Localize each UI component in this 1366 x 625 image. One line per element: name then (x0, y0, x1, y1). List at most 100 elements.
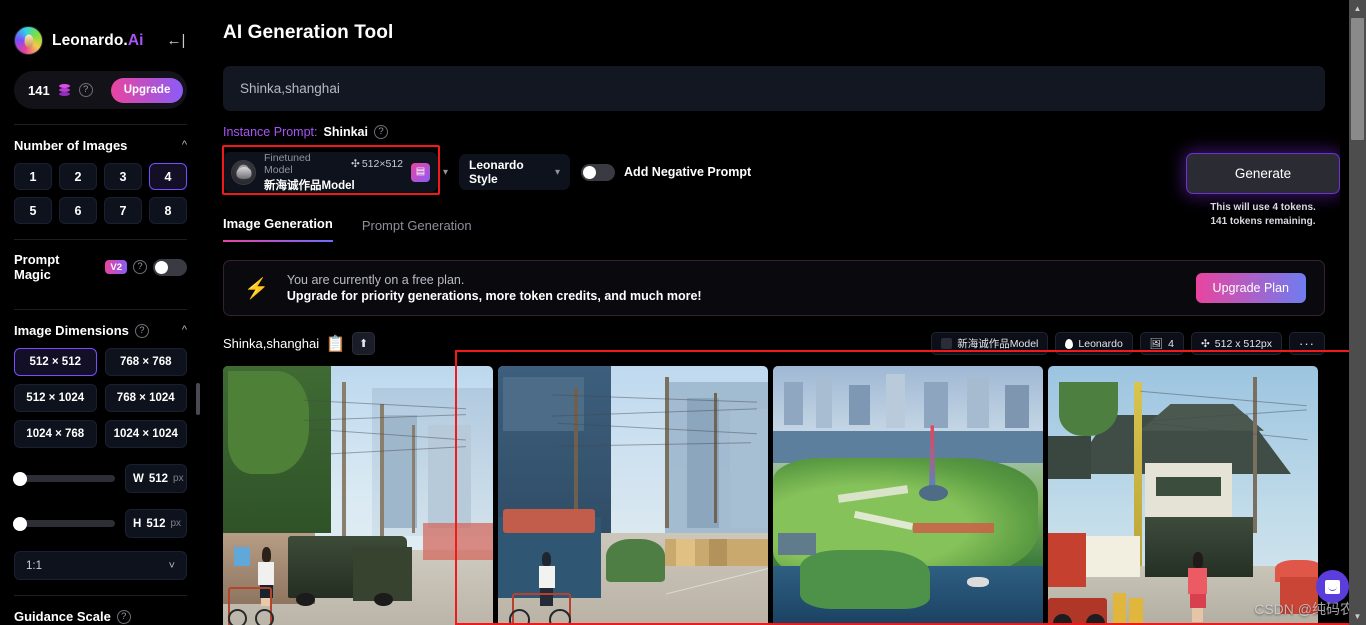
model-avatar (231, 159, 256, 185)
question-icon[interactable]: ? (134, 323, 149, 338)
images-count-5[interactable]: 5 (14, 197, 52, 224)
question-icon[interactable]: ? (78, 83, 93, 97)
generated-image-4[interactable] (1048, 366, 1318, 625)
dimension-768x768[interactable]: 768 × 768 (104, 348, 187, 376)
sidebar-scrollbar-thumb[interactable] (196, 383, 200, 415)
images-count-7[interactable]: 7 (104, 197, 142, 224)
style-value: Leonardo Style (469, 158, 524, 186)
chevron-up-icon[interactable]: ^ (182, 324, 187, 336)
plan-line-2: Upgrade for priority generations, more t… (286, 289, 702, 303)
scroll-down-arrow-icon[interactable]: ▼ (1349, 608, 1366, 625)
height-input[interactable]: H 512 px (125, 509, 187, 538)
arrow-up-icon[interactable]: ⬆ (352, 332, 376, 355)
dimension-512x1024[interactable]: 512 × 1024 (14, 384, 97, 412)
results-title: Shinka,shanghai (223, 336, 320, 351)
negative-prompt-toggle[interactable] (581, 163, 616, 181)
chat-bubble-icon[interactable] (1316, 570, 1349, 603)
prompt-magic-version-badge: V2 (105, 260, 127, 274)
page-title: AI Generation Tool (223, 22, 394, 43)
generated-images-grid (223, 366, 1333, 625)
sidebar-scrollbar[interactable] (194, 0, 201, 625)
main-content: AI Generation Tool Instance Prompt: Shin… (201, 0, 1366, 625)
generated-image-2[interactable] (498, 366, 768, 625)
aspect-ratio-select[interactable]: 1:1 ˅ (14, 551, 187, 580)
tab-prompt-generation[interactable]: Prompt Generation (362, 218, 472, 242)
generate-note-line1: This will use 4 tokens. (1210, 202, 1316, 213)
guidance-scale-title: Guidance Scale (14, 609, 111, 624)
chip-model[interactable]: 新海诚作品Model (931, 332, 1049, 355)
number-of-images-header[interactable]: Number of Images ^ (14, 125, 187, 163)
instance-prompt-label: Instance Prompt: (223, 125, 318, 139)
chevron-up-icon[interactable]: ^ (182, 139, 187, 151)
images-count-3[interactable]: 3 (104, 163, 142, 190)
width-slider[interactable] (13, 471, 115, 486)
plan-text: You are currently on a free plan. Upgrad… (287, 273, 702, 303)
instance-prompt-value: Shinkai (323, 125, 368, 139)
style-select[interactable]: Leonardo Style ▾ (459, 154, 571, 190)
chip-dimensions[interactable]: ✣ 512 x 512px (1190, 332, 1282, 355)
generate-button[interactable]: Generate (1186, 153, 1340, 194)
images-count-6[interactable]: 6 (59, 197, 97, 224)
image-dimensions-header[interactable]: Image Dimensions ? ^ (14, 310, 187, 348)
height-slider[interactable] (13, 516, 115, 531)
dimensions-icon: ✣ (1200, 337, 1210, 350)
model-badge-icon: ▤ (411, 162, 430, 182)
question-icon[interactable]: ? (133, 260, 147, 274)
dimensions-row3: 1024 × 768 1024 × 1024 (14, 420, 187, 448)
prompt-input-box[interactable] (223, 66, 1325, 111)
dimension-1024x768[interactable]: 1024 × 768 (14, 420, 97, 448)
model-kind-label: Finetuned Model (264, 151, 311, 176)
window-scrollbar[interactable]: ▲ ▼ (1349, 0, 1366, 625)
model-chevron-down-icon[interactable]: ▾ (443, 167, 448, 178)
results-header: Shinka,shanghai 📋 ⬆ 新海诚作品Model Leonardo … (223, 332, 1325, 355)
brand-header: Leonardo.Ai ←| (14, 0, 187, 55)
free-plan-banner: ⚡ You are currently on a free plan. Upgr… (223, 260, 1325, 316)
image-dimensions-title: Image Dimensions (14, 323, 129, 338)
chevron-down-icon: ▾ (555, 166, 561, 178)
number-of-images-title: Number of Images (14, 138, 128, 153)
negative-prompt-label: Add Negative Prompt (624, 165, 752, 179)
instance-prompt-row: Instance Prompt: Shinkai ? (223, 125, 1366, 139)
height-unit: px (170, 518, 182, 529)
droplet-icon (1065, 338, 1074, 349)
width-label: W (133, 472, 144, 485)
finetuned-model-select[interactable]: Finetuned Model ✣ 512×512 新海诚作品Model ▤ (223, 152, 438, 192)
images-count-2[interactable]: 2 (59, 163, 97, 190)
number-of-images-row1: 1 2 3 4 (14, 163, 187, 190)
window-scrollbar-thumb[interactable] (1351, 18, 1364, 140)
images-count-8[interactable]: 8 (149, 197, 187, 224)
bolt-icon: ⚡ (244, 277, 269, 300)
question-icon[interactable]: ? (116, 609, 131, 624)
collapse-sidebar-icon[interactable]: ←| (165, 30, 187, 52)
brand-title-suffix: Ai (127, 31, 144, 49)
images-count-4[interactable]: 4 (149, 163, 187, 190)
dimension-768x1024[interactable]: 768 × 1024 (104, 384, 187, 412)
scroll-up-arrow-icon[interactable]: ▲ (1349, 0, 1366, 17)
dimension-1024x1024[interactable]: 1024 × 1024 (104, 420, 187, 448)
prompt-input[interactable] (240, 81, 1308, 96)
model-texts: Finetuned Model ✣ 512×512 新海诚作品Model (264, 152, 403, 193)
app-root: Leonardo.Ai ←| 141 ? Upgrade Number of I… (0, 0, 1366, 625)
prompt-magic-row: Prompt Magic V2 ? (14, 240, 187, 294)
credits-amount: 141 (28, 82, 50, 98)
height-value: 512 (146, 517, 166, 530)
generated-image-3[interactable] (773, 366, 1043, 625)
prompt-magic-toggle[interactable] (153, 258, 187, 276)
plan-line-1: You are currently on a free plan. (286, 273, 465, 287)
chip-more[interactable]: ··· (1289, 332, 1325, 355)
chevron-down-icon: ˅ (168, 559, 175, 572)
generated-image-1[interactable] (223, 366, 493, 625)
upgrade-plan-button[interactable]: Upgrade Plan (1195, 273, 1306, 303)
chip-style[interactable]: Leonardo (1055, 332, 1133, 355)
tab-image-generation[interactable]: Image Generation (223, 216, 333, 242)
dimension-512x512[interactable]: 512 × 512 (14, 348, 97, 376)
question-icon[interactable]: ? (373, 125, 388, 139)
sidebar: Leonardo.Ai ←| 141 ? Upgrade Number of I… (0, 0, 201, 625)
width-input[interactable]: W 512 px (125, 464, 187, 493)
copy-icon[interactable]: 📋 (326, 336, 346, 353)
upgrade-button[interactable]: Upgrade (110, 77, 184, 103)
width-value: 512 (148, 472, 169, 485)
images-count-1[interactable]: 1 (14, 163, 52, 190)
chip-count[interactable]: 🖼 4 (1139, 332, 1184, 355)
images-icon: 🖼 (1149, 338, 1164, 350)
